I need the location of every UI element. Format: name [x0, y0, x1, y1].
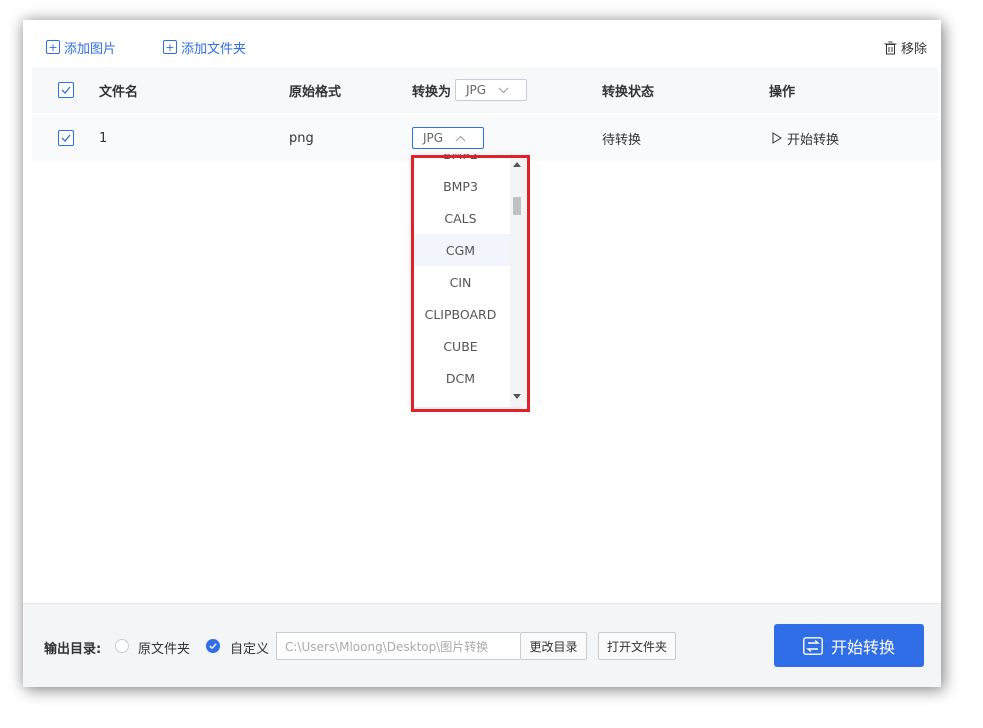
convert-arrows-icon — [803, 636, 823, 655]
remove-button[interactable]: 移除 — [884, 38, 927, 57]
footer-bar: 输出目录: 原文件夹 自定义 更改目录 打开文件夹 开始转换 — [23, 603, 941, 687]
select-all-checkbox[interactable] — [58, 67, 74, 113]
scroll-up-arrow-icon[interactable] — [513, 162, 521, 167]
start-convert-label: 开始转换 — [830, 637, 895, 657]
play-icon — [772, 132, 782, 144]
dropdown-option[interactable]: CIN — [411, 266, 510, 298]
row-filename: 1 — [99, 130, 108, 146]
dropdown-option[interactable]: BMP2 — [411, 154, 510, 170]
batch-format-select[interactable]: JPG — [455, 79, 528, 101]
output-dir-label: 输出目录: — [44, 642, 102, 657]
column-header-filename: 文件名 — [99, 84, 139, 100]
column-header-action: 操作 — [769, 84, 796, 100]
radio-original-folder-label: 原文件夹 — [138, 642, 191, 657]
column-header-status: 转换状态 — [602, 84, 655, 100]
convert-to-label: 转换为 — [412, 84, 452, 100]
checkbox-checked-icon — [58, 130, 74, 146]
dropdown-option[interactable]: DCM — [411, 362, 510, 394]
dropdown-option[interactable]: CLIPBOARD — [411, 298, 510, 330]
row-checkbox[interactable] — [58, 115, 74, 161]
format-dropdown-list: BMP2 BMP3 CALS CGM CIN CLIPBOARD CUBE DC… — [411, 154, 524, 407]
scroll-down-arrow-icon[interactable] — [513, 394, 521, 399]
app-window: + 添加图片 + 添加文件夹 移除 文件名 原始格式 转换为 JPG 转换状态 … — [23, 20, 941, 687]
add-folder-label: 添加文件夹 — [181, 41, 247, 57]
add-image-label: 添加图片 — [64, 41, 117, 57]
dropdown-option-hovered[interactable]: CGM — [411, 234, 510, 266]
toolbar: + 添加图片 + 添加文件夹 移除 — [23, 20, 941, 68]
open-folder-button[interactable]: 打开文件夹 — [598, 632, 676, 660]
trash-icon — [884, 41, 897, 54]
row-original-format: png — [289, 130, 314, 146]
radio-original-folder[interactable] — [115, 639, 129, 653]
output-path-input[interactable] — [276, 632, 520, 660]
chevron-down-icon — [498, 87, 509, 93]
add-folder-button[interactable]: + 添加文件夹 — [163, 38, 247, 57]
remove-label: 移除 — [900, 42, 927, 57]
dropdown-option[interactable]: BMP3 — [411, 170, 510, 202]
column-header-original-format: 原始格式 — [289, 84, 342, 100]
radio-custom-folder-label: 自定义 — [230, 642, 270, 657]
row-start-convert-link[interactable]: 开始转换 — [772, 115, 839, 161]
row-status: 待转换 — [602, 132, 642, 148]
start-convert-button[interactable]: 开始转换 — [774, 624, 924, 667]
dropdown-option[interactable]: CUBE — [411, 330, 510, 362]
folder-plus-icon: + — [163, 40, 177, 54]
check-icon — [209, 643, 217, 649]
row-format-select[interactable]: JPG — [412, 127, 484, 149]
batch-format-value: JPG — [466, 83, 487, 97]
row-action-label: 开始转换 — [787, 132, 840, 148]
dropdown-option[interactable]: CALS — [411, 202, 510, 234]
chevron-up-icon — [455, 135, 466, 141]
radio-custom-folder[interactable] — [206, 639, 220, 653]
plus-icon: + — [46, 40, 60, 54]
column-header-convert-to: 转换为 JPG — [412, 67, 528, 113]
change-dir-button[interactable]: 更改目录 — [520, 632, 587, 660]
add-image-button[interactable]: + 添加图片 — [46, 38, 117, 57]
checkbox-checked-icon — [58, 82, 74, 98]
dropdown-scrollbar[interactable] — [510, 154, 524, 407]
row-format-value: JPG — [423, 131, 444, 145]
table-header: 文件名 原始格式 转换为 JPG 转换状态 操作 — [32, 67, 938, 113]
scrollbar-thumb[interactable] — [513, 197, 521, 215]
